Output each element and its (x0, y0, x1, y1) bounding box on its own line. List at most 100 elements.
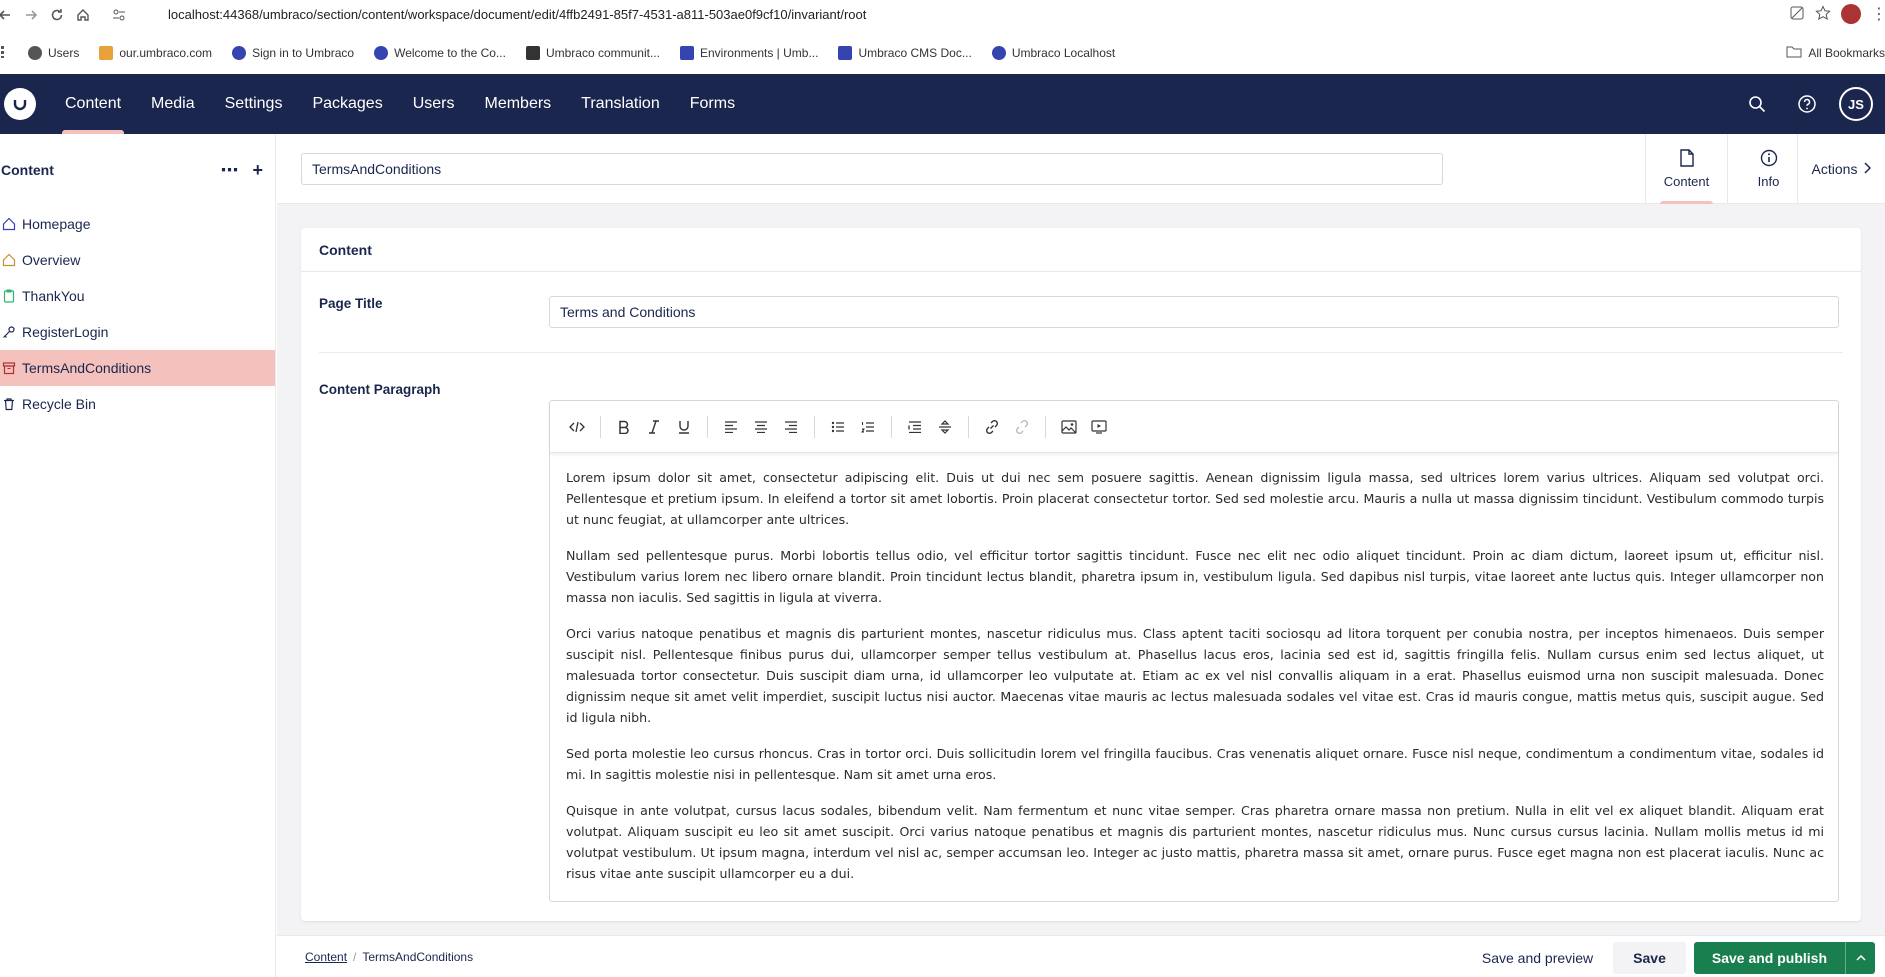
bookmark-star-icon[interactable] (1815, 4, 1831, 24)
sidebar-title: Content (1, 162, 54, 178)
bookmark-item[interactable]: Umbraco communit... (525, 46, 660, 60)
bookmark-item[interactable]: Welcome to the Co... (374, 46, 506, 60)
folder-icon (1786, 46, 1802, 61)
community-icon (525, 46, 540, 60)
section-forms[interactable]: Forms (675, 74, 750, 134)
globe-icon (28, 46, 42, 60)
tree-item-recycle-bin[interactable]: Recycle Bin (0, 386, 275, 422)
save-and-preview-button[interactable]: Save and preview (1470, 942, 1605, 974)
section-media[interactable]: Media (136, 74, 210, 134)
align-center-icon[interactable] (746, 412, 776, 442)
italic-icon[interactable] (639, 412, 669, 442)
content-paragraph-label: Content Paragraph (319, 382, 441, 397)
bookmarks-bar: Users our.umbraco.com Sign in to Umbraco… (0, 36, 1885, 70)
section-packages[interactable]: Packages (297, 74, 397, 134)
horizontal-rule-icon[interactable] (930, 412, 960, 442)
help-icon[interactable] (1789, 86, 1825, 122)
align-right-icon[interactable] (776, 412, 806, 442)
paragraph: Quisque in ante volutpat, cursus lacus s… (566, 803, 1824, 881)
paragraph: Lorem ipsum dolor sit amet, consectetur … (566, 470, 1824, 527)
section-settings[interactable]: Settings (210, 74, 298, 134)
section-nav: Content Media Settings Packages Users Me… (50, 74, 750, 134)
tree-item-registerlogin[interactable]: RegisterLogin (0, 314, 275, 350)
numbered-list-icon[interactable] (853, 412, 883, 442)
umbraco-icon (991, 46, 1006, 60)
chevron-up-icon[interactable] (1845, 942, 1875, 974)
bullet-list-icon[interactable] (823, 412, 853, 442)
tree-item-overview[interactable]: Overview (0, 242, 275, 278)
tree-item-homepage[interactable]: Homepage (0, 206, 275, 242)
umbraco-logo[interactable] (4, 88, 36, 120)
all-bookmarks[interactable]: All Bookmarks (1786, 46, 1885, 61)
breadcrumb-separator: / (353, 950, 357, 964)
source-code-icon[interactable] (562, 412, 592, 442)
umbraco-icon (99, 46, 114, 60)
embed-media-icon[interactable] (1084, 412, 1114, 442)
umbraco-icon (232, 46, 247, 60)
image-icon[interactable] (1054, 412, 1084, 442)
divider (319, 352, 1843, 353)
section-content[interactable]: Content (50, 74, 136, 134)
forward-icon[interactable] (18, 2, 44, 28)
bookmark-item[interactable]: Umbraco CMS Doc... (838, 46, 972, 60)
toolbar-separator (600, 415, 601, 438)
toolbar-separator (968, 415, 969, 438)
profile-avatar-icon[interactable] (1841, 4, 1861, 24)
home-icon (2, 253, 16, 267)
rte-toolbar (550, 401, 1838, 453)
clipboard-icon (2, 289, 16, 303)
browser-menu-icon[interactable]: ⋮ (1871, 4, 1885, 24)
bookmark-item[interactable]: Umbraco Localhost (991, 46, 1115, 60)
cloud-icon (679, 46, 694, 60)
paragraph: Nullam sed pellentesque purus. Morbi lob… (566, 548, 1824, 605)
home-icon[interactable] (70, 2, 96, 28)
create-icon[interactable]: + (252, 160, 263, 181)
section-translation[interactable]: Translation (566, 74, 675, 134)
document-name-input[interactable] (301, 153, 1443, 185)
site-settings-icon[interactable] (106, 2, 132, 28)
content-tree-sidebar: Content ⋯ + Homepage Overview ThankYou R… (0, 134, 276, 977)
rte-content[interactable]: Lorem ipsum dolor sit amet, consectetur … (550, 453, 1838, 884)
toolbar-separator (1045, 415, 1046, 438)
property-page-title: Page Title Terms and Conditions (301, 272, 1861, 352)
more-actions-icon[interactable]: ⋯ (220, 160, 238, 181)
bookmark-item[interactable]: Environments | Umb... (679, 46, 818, 60)
docs-icon (838, 46, 853, 60)
reload-icon[interactable] (44, 2, 70, 28)
section-members[interactable]: Members (469, 74, 566, 134)
key-icon (2, 325, 16, 339)
address-url[interactable]: localhost:44368/umbraco/section/content/… (168, 7, 866, 22)
blockquote-icon[interactable] (900, 412, 930, 442)
back-icon[interactable] (0, 2, 18, 28)
save-button[interactable]: Save (1613, 942, 1686, 974)
bookmark-item[interactable]: our.umbraco.com (99, 46, 212, 60)
toolbar-separator (814, 415, 815, 438)
bookmark-item[interactable]: Users (28, 46, 79, 60)
workspace-footer: Content / TermsAndConditions Save and pr… (277, 935, 1885, 977)
bold-icon[interactable] (609, 412, 639, 442)
page-title-input[interactable]: Terms and Conditions (549, 296, 1839, 328)
tab-content[interactable]: Content (1645, 134, 1727, 204)
breadcrumb-current: TermsAndConditions (362, 950, 474, 964)
rich-text-editor: Lorem ipsum dolor sit amet, consectetur … (549, 400, 1839, 902)
document-workspace: Content Info Actions Content Page Title … (277, 134, 1885, 977)
section-users[interactable]: Users (398, 74, 470, 134)
document-header: Content Info Actions (277, 134, 1885, 204)
actions-button[interactable]: Actions (1797, 134, 1885, 204)
unlink-icon[interactable] (1007, 412, 1037, 442)
save-and-publish-button[interactable]: Save and publish (1693, 942, 1875, 974)
extension-icon[interactable] (1789, 5, 1805, 24)
breadcrumb-root[interactable]: Content (305, 950, 347, 964)
user-avatar[interactable]: JS (1839, 87, 1873, 121)
link-icon[interactable] (977, 412, 1007, 442)
align-left-icon[interactable] (716, 412, 746, 442)
search-icon[interactable] (1739, 86, 1775, 122)
paragraph: Sed porta molestie leo cursus rhoncus. C… (566, 746, 1824, 782)
chevron-right-icon (1863, 161, 1872, 177)
tree-item-thankyou[interactable]: ThankYou (0, 278, 275, 314)
apps-grid-icon[interactable] (0, 45, 8, 61)
bookmark-item[interactable]: Sign in to Umbraco (232, 46, 354, 60)
tree-item-termsandconditions[interactable]: TermsAndConditions (0, 350, 275, 386)
trash-icon (2, 397, 16, 411)
underline-icon[interactable] (669, 412, 699, 442)
